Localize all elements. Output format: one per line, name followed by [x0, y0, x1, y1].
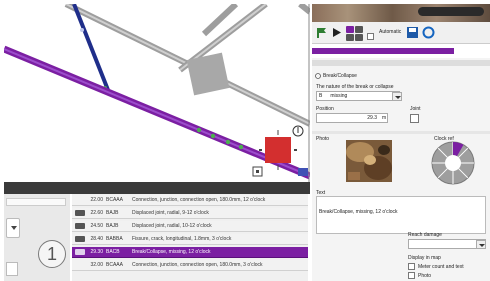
camera-icon[interactable] [75, 223, 85, 229]
frame-back-icon[interactable] [346, 34, 354, 41]
radio-dot-icon [315, 73, 321, 79]
display-in-map-label: Display in map [408, 255, 441, 261]
play-icon[interactable] [330, 26, 343, 39]
position-progress[interactable] [312, 44, 490, 58]
table-row-selected[interactable]: 29.30 BACB Break/Collapse, missing, 12 o'c… [72, 247, 308, 258]
defect-photo[interactable] [346, 140, 392, 182]
table-row[interactable]: 24.50 BAJB Displaced joint, radial, 10-12 … [72, 221, 308, 232]
camera-icon [75, 197, 85, 203]
table-row[interactable]: 28.40 BABBA Fissure, crack, longitudinal, … [72, 234, 308, 245]
nature-select[interactable]: B missing [316, 91, 400, 101]
panel-splitter[interactable] [4, 182, 310, 194]
meter-count-checkbox[interactable] [408, 263, 415, 270]
callout-1: 1 [38, 240, 66, 268]
reach-damage-dropdown-icon[interactable] [476, 240, 486, 249]
camera-icon[interactable] [75, 210, 85, 216]
camera-icon [75, 262, 85, 268]
row-description: Connection, junction, connection open, 1… [132, 197, 266, 203]
skip-forward-icon[interactable] [355, 26, 363, 33]
clock-position-dial[interactable] [430, 140, 476, 186]
row-distance: 22.00 [90, 197, 103, 203]
skip-back-icon[interactable] [346, 26, 354, 33]
row-code: BAJB [106, 210, 119, 216]
photo-label: Photo [316, 136, 330, 142]
row-code: BABBA [106, 236, 123, 242]
position-progress-fill [312, 48, 455, 54]
row-distance: 24.50 [90, 223, 103, 229]
row-distance: 32.00 [90, 262, 103, 268]
joint-checkbox[interactable] [410, 114, 419, 123]
photo-checkbox[interactable] [408, 272, 415, 279]
table-row[interactable]: 32.00 BCAAA Connection, junction, connecti… [72, 260, 308, 271]
layers-icon [298, 168, 308, 176]
row-description: Displaced joint, radial, 10-12 o'clock [132, 223, 212, 229]
video-thumbnail-strip[interactable] [312, 4, 490, 22]
position-value: 29.3 [367, 115, 377, 121]
nature-dropdown-icon[interactable] [392, 92, 402, 101]
observation-text: Break/Collapse, missing, 12 o'clock [319, 209, 398, 215]
automatic-checkbox[interactable] [367, 33, 374, 40]
row-code: BACB [106, 249, 120, 255]
row-code: BCAAA [106, 197, 123, 203]
pipe-network-map[interactable] [4, 4, 310, 182]
refresh-icon[interactable] [422, 26, 435, 39]
manhole-node [186, 52, 230, 96]
row-code: BAJB [106, 223, 119, 229]
table-row[interactable]: 22.00 BCAAA Connection, junction, connecti… [72, 195, 308, 206]
observation-text-area[interactable]: Break/Collapse, missing, 12 o'clock [316, 196, 486, 234]
nature-label: The nature of the break or collapse [316, 84, 394, 90]
automatic-label: Automatic [379, 29, 402, 35]
horizontal-scrollbar[interactable] [6, 198, 66, 206]
video-toolbar: Automatic [312, 22, 490, 44]
meter-count-label: Meter count and text [418, 264, 464, 270]
row-code: BCAAA [106, 262, 123, 268]
reach-damage-label: Reach damage [408, 232, 442, 238]
video-scrubber[interactable] [418, 7, 484, 16]
row-distance: 28.40 [90, 236, 103, 242]
position-input[interactable]: 29.3 [316, 113, 388, 123]
joint-label: Joint [410, 106, 421, 112]
callout-1-label: 1 [46, 243, 57, 264]
section-title: Break/Collapse [323, 73, 357, 79]
dropdown-chevron-icon[interactable] [6, 218, 20, 238]
row-description: Connection, junction, connection open, 1… [132, 262, 263, 268]
observation-details-panel: Automatic Break/Collapse The nature of t… [312, 4, 490, 281]
camera-icon[interactable] [75, 249, 85, 255]
nature-code: B [319, 93, 323, 99]
row-description: Displaced joint, radial, 9-12 o'clock [132, 210, 209, 216]
selected-defect-marker [265, 137, 291, 163]
nature-value: missing [330, 93, 348, 99]
flag-icon[interactable] [315, 26, 328, 39]
camera-icon[interactable] [75, 236, 85, 242]
reach-damage-select[interactable] [408, 239, 486, 249]
side-button[interactable] [6, 262, 18, 276]
save-icon[interactable] [406, 26, 419, 39]
photo-option-label: Photo [418, 273, 432, 279]
row-description: Break/Collapse, missing, 12 o'clock [132, 249, 211, 255]
position-unit: m [382, 115, 387, 121]
observation-grid: 22.00 BCAAA Connection, junction, connecti… [72, 194, 308, 281]
left-toolbar-strip [4, 194, 70, 281]
frame-forward-icon[interactable] [355, 34, 363, 41]
row-distance: 22.60 [90, 210, 103, 216]
row-distance: 29.30 [90, 249, 103, 255]
table-row[interactable]: 22.60 BAJB Displaced joint, radial, 9-12 o… [72, 208, 308, 219]
position-label: Position [316, 106, 334, 112]
row-description: Fissure, crack, longitudinal, 1.8mm, 3 o… [132, 236, 232, 242]
